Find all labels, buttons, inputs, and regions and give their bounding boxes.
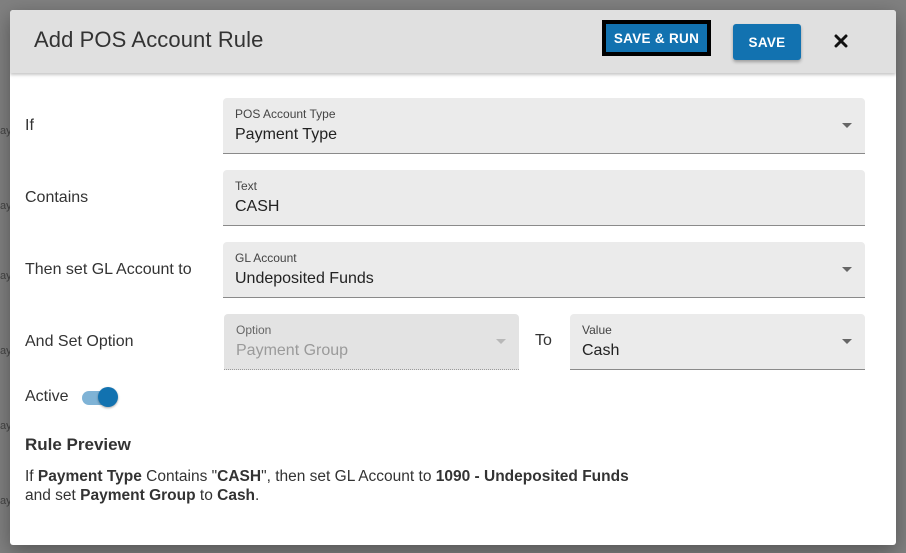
background-row-hint: ay bbox=[0, 125, 10, 137]
rule-preview-heading: Rule Preview bbox=[25, 435, 131, 454]
chevron-down-icon bbox=[842, 267, 852, 272]
save-and-run-button[interactable]: SAVE & RUN bbox=[602, 20, 711, 56]
preview-text-part: If bbox=[25, 468, 38, 485]
set-option-row-label: And Set Option bbox=[25, 333, 134, 350]
rule-preview-line-2: and set Payment Group to Cash. bbox=[25, 486, 629, 505]
option-field-label: Option bbox=[236, 323, 272, 337]
pos-account-type-select[interactable]: POS Account Type Payment Type bbox=[223, 98, 865, 154]
preview-text-part: ", then set GL Account to bbox=[261, 468, 436, 485]
gl-account-select[interactable]: GL Account Undeposited Funds bbox=[223, 242, 865, 298]
preview-bold-part: 1090 - Undeposited Funds bbox=[435, 468, 629, 485]
active-toggle[interactable] bbox=[81, 387, 121, 407]
active-label: Active bbox=[25, 388, 69, 405]
pos-account-type-value: Payment Type bbox=[235, 126, 337, 143]
gl-account-row-label: Then set GL Account to bbox=[25, 261, 192, 278]
preview-bold-part: CASH bbox=[217, 468, 262, 485]
dialog-header: Add POS Account Rule SAVE & RUN SAVE bbox=[10, 10, 896, 73]
preview-text-part: and set bbox=[25, 487, 81, 504]
option-value: Payment Group bbox=[236, 342, 349, 359]
value-value: Cash bbox=[582, 342, 620, 359]
preview-bold-part: Cash bbox=[217, 487, 256, 504]
add-pos-account-rule-dialog: Add POS Account Rule SAVE & RUN SAVE If … bbox=[10, 10, 896, 545]
preview-bold-part: Payment Group bbox=[80, 487, 196, 504]
text-input[interactable]: Text CASH bbox=[223, 170, 865, 226]
value-select[interactable]: Value Cash bbox=[570, 314, 865, 370]
option-select-disabled: Option Payment Group bbox=[224, 314, 519, 370]
dialog-title: Add POS Account Rule bbox=[34, 27, 264, 52]
background-row-hint: ay bbox=[0, 420, 10, 432]
background-row-hint: ay bbox=[0, 270, 10, 282]
contains-row-label: Contains bbox=[25, 189, 89, 206]
preview-bold-part: Payment Type bbox=[37, 468, 142, 485]
background-row-hint: ay bbox=[0, 345, 10, 357]
if-row-label: If bbox=[25, 117, 34, 134]
gl-account-value: Undeposited Funds bbox=[235, 270, 374, 287]
toggle-thumb[interactable] bbox=[98, 387, 118, 407]
save-button[interactable]: SAVE bbox=[733, 24, 801, 60]
close-button[interactable] bbox=[829, 29, 853, 53]
text-field-value: CASH bbox=[235, 198, 280, 215]
chevron-down-icon bbox=[842, 123, 852, 128]
rule-preview-text: If Payment Type Contains "CASH", then se… bbox=[25, 467, 629, 505]
close-icon bbox=[834, 34, 848, 48]
preview-text-part: Contains " bbox=[141, 468, 218, 485]
value-field-label: Value bbox=[582, 323, 612, 337]
pos-account-type-field-label: POS Account Type bbox=[235, 107, 336, 121]
gl-account-field-label: GL Account bbox=[235, 251, 297, 265]
to-label: To bbox=[535, 332, 552, 349]
text-field-label: Text bbox=[235, 179, 258, 193]
background-row-hint: ay bbox=[0, 495, 10, 507]
chevron-down-icon bbox=[842, 339, 852, 344]
preview-text-part: . bbox=[255, 487, 260, 504]
preview-text-part: to bbox=[195, 487, 218, 504]
background-row-hint: ay bbox=[0, 200, 10, 212]
chevron-down-icon bbox=[496, 339, 506, 344]
rule-preview-line-1: If Payment Type Contains "CASH", then se… bbox=[25, 467, 629, 486]
